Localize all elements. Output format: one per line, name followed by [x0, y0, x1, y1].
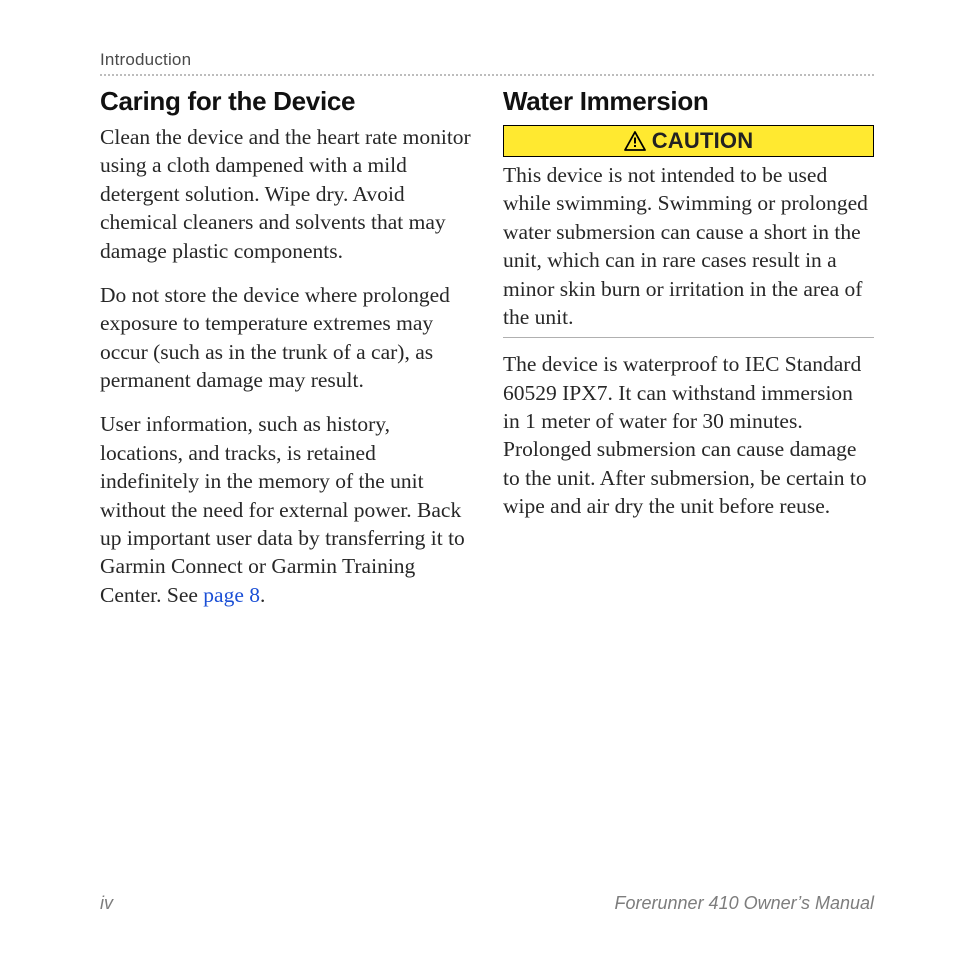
doc-title: Forerunner 410 Owner’s Manual	[615, 893, 874, 914]
paragraph-waterproof: The device is waterproof to IEC Standard…	[503, 350, 874, 520]
page-number: iv	[100, 893, 113, 914]
heading-caring-for-device: Caring for the Device	[100, 86, 471, 117]
paragraph-user-info-pre: User information, such as history, locat…	[100, 412, 465, 606]
page-footer: iv Forerunner 410 Owner’s Manual	[100, 883, 874, 914]
right-column: Water Immersion CAUTION This device is n…	[503, 82, 874, 883]
paragraph-cleaning: Clean the device and the heart rate moni…	[100, 123, 471, 265]
paragraph-user-info: User information, such as history, locat…	[100, 410, 471, 609]
link-page-8[interactable]: page 8	[203, 583, 260, 607]
section-header: Introduction	[100, 50, 874, 76]
content-columns: Caring for the Device Clean the device a…	[100, 82, 874, 883]
paragraph-storage: Do not store the device where prolonged …	[100, 281, 471, 395]
paragraph-user-info-post: .	[260, 583, 265, 607]
caution-label: CAUTION	[652, 128, 754, 154]
warning-triangle-icon	[624, 131, 646, 151]
manual-page: Introduction Caring for the Device Clean…	[0, 0, 954, 954]
left-column: Caring for the Device Clean the device a…	[100, 82, 471, 883]
caution-block: CAUTION This device is not intended to b…	[503, 125, 874, 338]
heading-water-immersion: Water Immersion	[503, 86, 874, 117]
caution-text: This device is not intended to be used w…	[503, 161, 874, 331]
caution-banner: CAUTION	[503, 125, 874, 157]
